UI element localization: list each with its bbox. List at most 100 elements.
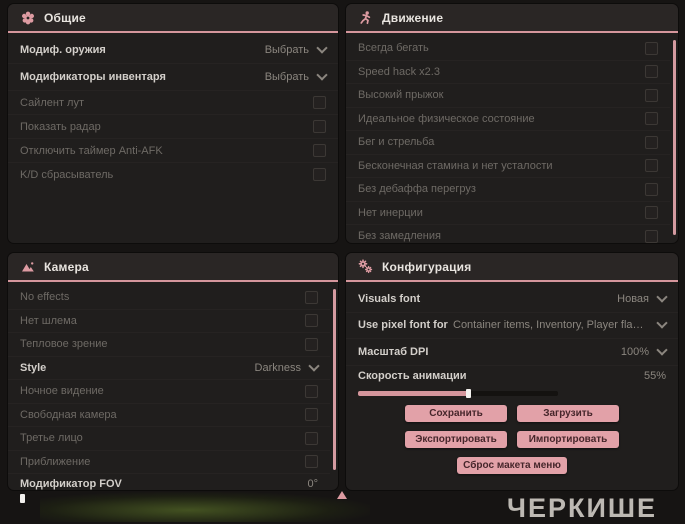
watermark-text: ЧЕРКИШЕ bbox=[507, 493, 658, 523]
select-value: 100% bbox=[620, 345, 649, 358]
row-label: Сайлент лут bbox=[20, 96, 84, 109]
runner-icon bbox=[358, 10, 373, 25]
pixel-font-select[interactable]: Container items, Inventory, Player flags… bbox=[453, 317, 668, 332]
fov-value: 0° bbox=[307, 478, 318, 490]
free-camera-checkbox[interactable] bbox=[305, 408, 318, 422]
infinite-stamina-checkbox[interactable] bbox=[645, 159, 658, 173]
row-label: Бесконечная стамина и нет усталости bbox=[358, 159, 553, 172]
panel-title: Движение bbox=[382, 10, 444, 25]
row-label: Модиф. оружия bbox=[20, 44, 106, 56]
export-button[interactable]: Экспортировать bbox=[405, 430, 507, 448]
scrollbar[interactable] bbox=[673, 40, 676, 235]
row-label: Нет инерции bbox=[358, 206, 423, 219]
row-label: Всегда бегать bbox=[358, 42, 429, 55]
row-label: Приближение bbox=[20, 455, 91, 468]
zoom-checkbox[interactable] bbox=[305, 455, 318, 469]
style-select[interactable]: Darkness bbox=[254, 360, 320, 374]
animation-speed-slider[interactable] bbox=[358, 388, 558, 398]
no-slowdown-checkbox[interactable] bbox=[645, 229, 658, 243]
chevron-down-icon bbox=[316, 42, 328, 54]
row-label: Без дебаффа перегруз bbox=[358, 183, 476, 196]
no-slowdown-row: Без замедления bbox=[346, 225, 670, 248]
anti-afk-timer-checkbox[interactable] bbox=[313, 144, 326, 157]
no-helmet-checkbox[interactable] bbox=[305, 314, 318, 328]
dpi-scale-select[interactable]: 100% bbox=[620, 344, 668, 358]
animation-speed-slider-handle[interactable] bbox=[466, 388, 471, 398]
row-label: Speed hack x2.3 bbox=[358, 65, 440, 78]
anti-afk-timer-row: Отключить таймер Anti-AFK bbox=[8, 139, 338, 163]
panel-camera-header[interactable]: Камера bbox=[8, 253, 338, 280]
fov-slider-handle[interactable] bbox=[20, 494, 25, 503]
panel-camera: Камера No effects Нет шлема Тепловое зре… bbox=[8, 253, 338, 503]
no-inertia-checkbox[interactable] bbox=[645, 206, 658, 220]
panel-title: Камера bbox=[44, 259, 89, 274]
animation-speed-slider-fill bbox=[358, 390, 468, 396]
run-and-shoot-checkbox[interactable] bbox=[645, 135, 658, 149]
mountain-icon bbox=[20, 259, 35, 274]
row-label: Показать радар bbox=[20, 120, 101, 133]
row-label: Модификаторы инвентаря bbox=[20, 71, 166, 83]
select-value: Darkness bbox=[254, 361, 301, 374]
select-value: Container items, Inventory, Player flags… bbox=[453, 319, 649, 332]
night-vision-checkbox[interactable] bbox=[305, 384, 318, 398]
save-button[interactable]: Сохранить bbox=[405, 404, 507, 422]
always-run-row: Всегда бегать bbox=[346, 37, 670, 61]
visuals-font-row: Visuals font Новая bbox=[346, 286, 678, 313]
panel-movement-header[interactable]: Движение bbox=[346, 4, 678, 31]
row-label: Третье лицо bbox=[20, 432, 83, 445]
weapon-modifier-select[interactable]: Выбрать bbox=[264, 42, 328, 56]
chevron-down-icon bbox=[656, 344, 668, 356]
select-value: Новая bbox=[617, 292, 649, 305]
high-jump-checkbox[interactable] bbox=[645, 88, 658, 102]
inventory-modifiers-row: Модификаторы инвентаря Выбрать bbox=[8, 64, 338, 91]
reset-menu-layout-button[interactable]: Сброс макета меню bbox=[457, 456, 567, 474]
panel-config: Конфигурация Visuals font Новая Use pixe… bbox=[346, 253, 678, 490]
kd-resetter-checkbox[interactable] bbox=[313, 168, 326, 181]
row-label: Visuals font bbox=[358, 292, 421, 305]
panel-config-header[interactable]: Конфигурация bbox=[346, 253, 678, 280]
thermal-vision-checkbox[interactable] bbox=[305, 337, 318, 351]
show-radar-row: Показать радар bbox=[8, 115, 338, 139]
select-value: Выбрать bbox=[264, 44, 309, 56]
visuals-font-select[interactable]: Новая bbox=[617, 291, 668, 305]
fov-slider[interactable] bbox=[20, 494, 220, 503]
row-label: Скорость анимации bbox=[358, 369, 467, 382]
flower-icon bbox=[20, 10, 35, 25]
inventory-modifiers-select[interactable]: Выбрать bbox=[264, 69, 328, 83]
scrollbar[interactable] bbox=[333, 289, 336, 470]
no-helmet-row: Нет шлема bbox=[8, 310, 330, 333]
free-camera-row: Свободная камера bbox=[8, 404, 330, 427]
row-label: Отключить таймер Anti-AFK bbox=[20, 144, 163, 157]
no-effects-row: No effects bbox=[8, 286, 330, 310]
fov-modifier-row: Модификатор FOV 0° bbox=[8, 474, 330, 494]
night-vision-row: Ночное видение bbox=[8, 380, 330, 404]
show-radar-checkbox[interactable] bbox=[313, 120, 326, 133]
import-button[interactable]: Импортировать bbox=[517, 430, 619, 448]
load-button[interactable]: Загрузить bbox=[517, 404, 619, 422]
silent-loot-row: Сайлент лут bbox=[8, 91, 338, 115]
weapon-modifier-row: Модиф. оружия Выбрать bbox=[8, 37, 338, 64]
zoom-row: Приближение bbox=[8, 451, 330, 474]
no-overload-debuff-row: Без дебаффа перегруз bbox=[346, 178, 670, 202]
no-inertia-row: Нет инерции bbox=[346, 202, 670, 225]
row-label: Style bbox=[20, 361, 47, 374]
speed-hack-checkbox[interactable] bbox=[645, 65, 658, 79]
third-person-row: Третье лицо bbox=[8, 427, 330, 451]
select-value: Выбрать bbox=[264, 71, 309, 83]
chevron-down-icon bbox=[308, 360, 320, 372]
no-overload-debuff-checkbox[interactable] bbox=[645, 182, 658, 196]
perfect-physical-condition-checkbox[interactable] bbox=[645, 112, 658, 126]
row-label: K/D сбрасыватель bbox=[20, 168, 114, 181]
panel-general: Общие Модиф. оружия Выбрать Модификаторы… bbox=[8, 4, 338, 243]
row-label: Модификатор FOV bbox=[20, 478, 122, 490]
third-person-checkbox[interactable] bbox=[305, 431, 318, 445]
row-label: Высокий прыжок bbox=[358, 89, 444, 102]
panel-movement: Движение Всегда бегать Speed hack x2.3 В… bbox=[346, 4, 678, 243]
high-jump-row: Высокий прыжок bbox=[346, 84, 670, 108]
no-effects-checkbox[interactable] bbox=[305, 290, 318, 304]
chevron-down-icon bbox=[656, 291, 668, 303]
panel-general-header[interactable]: Общие bbox=[8, 4, 338, 31]
silent-loot-checkbox[interactable] bbox=[313, 96, 326, 109]
always-run-checkbox[interactable] bbox=[645, 41, 658, 55]
dpi-scale-row: Масштаб DPI 100% bbox=[346, 339, 678, 366]
